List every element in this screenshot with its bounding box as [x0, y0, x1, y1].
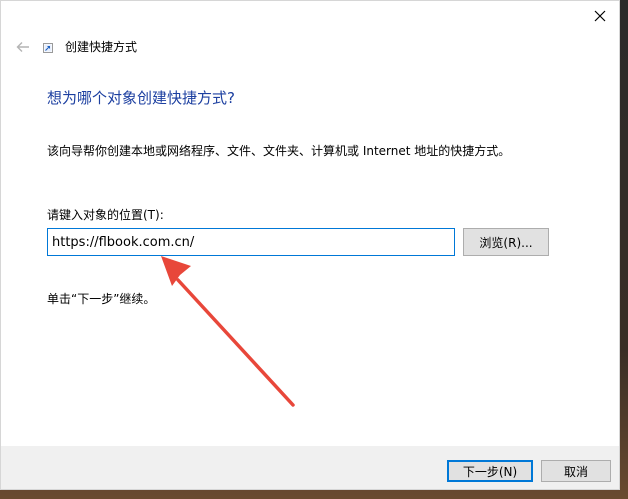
- page-heading: 想为哪个对象创建快捷方式?: [47, 89, 235, 107]
- location-label: 请键入对象的位置(T):: [47, 208, 164, 222]
- next-button[interactable]: 下一步(N): [447, 460, 533, 482]
- shortcut-icon: [43, 43, 53, 53]
- wizard-description: 该向导帮你创建本地或网络程序、文件、文件夹、计算机或 Internet 地址的快…: [47, 144, 511, 158]
- continue-hint: 单击“下一步”继续。: [47, 292, 156, 306]
- wizard-title: 创建快捷方式: [65, 40, 138, 54]
- browse-button[interactable]: 浏览(R)...: [463, 228, 549, 256]
- cancel-button[interactable]: 取消: [541, 460, 611, 482]
- back-arrow-icon: [16, 42, 29, 52]
- location-input[interactable]: [47, 228, 455, 256]
- close-button[interactable]: [589, 5, 611, 27]
- back-button[interactable]: [13, 37, 33, 57]
- wizard-content: 创建快捷方式 想为哪个对象创建快捷方式? 该向导帮你创建本地或网络程序、文件、文…: [1, 1, 619, 446]
- close-icon: [594, 10, 606, 22]
- create-shortcut-dialog: 创建快捷方式 想为哪个对象创建快捷方式? 该向导帮你创建本地或网络程序、文件、文…: [0, 0, 620, 490]
